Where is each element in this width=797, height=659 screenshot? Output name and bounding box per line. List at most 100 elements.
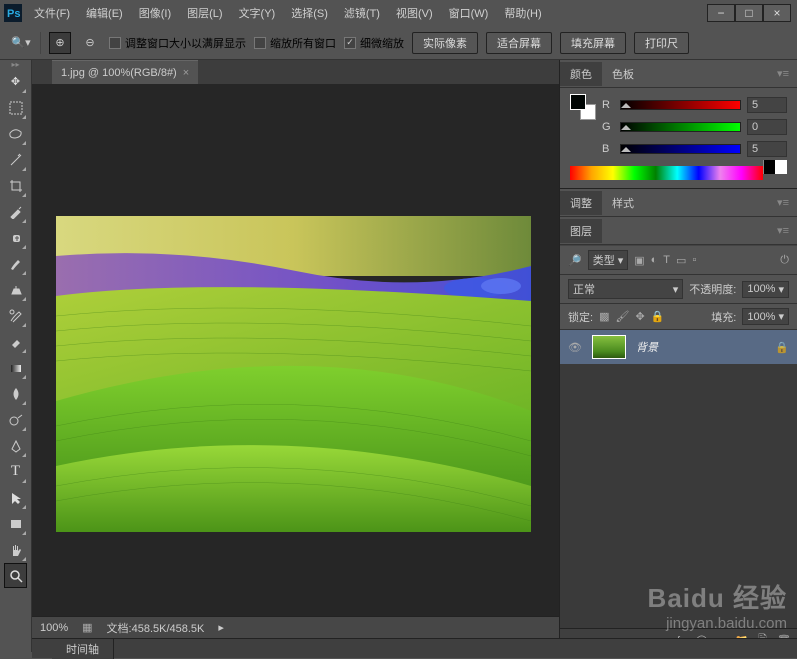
titlebar: Ps 文件(F) 编辑(E) 图像(I) 图层(L) 文字(Y) 选择(S) 滤… [0,0,797,26]
layer-item[interactable]: 👁 背景 🔒 [560,330,797,364]
lock-position-icon[interactable]: ✥ [635,310,644,323]
b-slider[interactable] [620,144,741,154]
lock-all-icon[interactable]: 🔒 [651,310,665,323]
path-select-tool[interactable] [4,485,27,510]
svg-text:Ps: Ps [7,8,20,20]
tool-preset-icon[interactable]: 🔍▾ [10,32,32,54]
tab-adjustments[interactable]: 调整 [560,191,602,215]
filter-adjust-icon[interactable]: ◐ [651,254,658,266]
crop-tool[interactable] [4,173,27,198]
spectrum-bar[interactable] [570,166,763,180]
filter-shape-icon[interactable]: ▭ [676,254,686,267]
panel-menu-icon[interactable]: ▾≡ [769,67,797,80]
zoom-tool[interactable] [4,563,27,588]
hand-tool[interactable] [4,537,27,562]
blend-mode-select[interactable]: 正常 ▾ [568,279,683,299]
opacity-label: 不透明度: [689,281,736,297]
spot-heal-tool[interactable] [4,225,27,250]
menu-help[interactable]: 帮助(H) [496,5,549,21]
visibility-icon[interactable]: 👁 [568,341,582,354]
color-swatch[interactable] [570,94,596,120]
panel-menu-icon[interactable]: ▾≡ [769,196,797,209]
tab-swatches[interactable]: 色板 [602,62,644,86]
filter-smart-icon[interactable]: ▫ [692,254,696,266]
fill-label: 填充: [711,309,736,325]
doc-info[interactable]: 文档:458.5K/458.5K [107,620,205,636]
document-tab[interactable]: 1.jpg @ 100%(RGB/8#) × [52,60,198,84]
layer-list: 👁 背景 🔒 [560,330,797,628]
menu-layer[interactable]: 图层(L) [179,5,230,21]
zoom-level[interactable]: 100% [40,622,68,634]
lasso-tool[interactable] [4,121,27,146]
timeline-tab[interactable]: 时间轴 [52,639,114,659]
print-size-button[interactable]: 打印尺 [634,32,689,54]
search-icon[interactable]: 🔎 [568,254,582,267]
r-input[interactable] [747,97,787,113]
pen-tool[interactable] [4,433,27,458]
filter-toggle-icon[interactable]: ⏻ [780,254,789,267]
app-logo: Ps [0,0,26,26]
lock-transparent-icon[interactable]: ▩ [599,310,609,323]
minimize-button[interactable]: − [707,4,735,22]
actual-pixels-button[interactable]: 实际像素 [412,32,478,54]
eraser-tool[interactable] [4,329,27,354]
g-label: G [602,121,614,133]
status-icon[interactable]: ▦ [82,621,92,634]
opacity-input[interactable]: 100% ▾ [742,281,789,298]
tab-close-icon[interactable]: × [183,67,189,79]
tab-color[interactable]: 颜色 [560,62,602,86]
zoom-out-icon[interactable]: ⊖ [79,32,101,54]
doc-info-arrow-icon[interactable]: ▸ [218,621,224,634]
canvas[interactable] [32,84,559,652]
g-input[interactable] [747,119,787,135]
adjust-panel-tabs: 调整 样式 ▾≡ [560,189,797,217]
toolbox-collapse-icon[interactable]: ▸▸ [0,60,31,68]
filter-type-icon[interactable]: T [663,254,670,266]
filter-pixel-icon[interactable]: ▣ [634,254,644,267]
document-tabbar: 1.jpg @ 100%(RGB/8#) × [32,60,559,84]
menubar: 文件(F) 编辑(E) 图像(I) 图层(L) 文字(Y) 选择(S) 滤镜(T… [26,0,550,26]
fill-screen-button[interactable]: 填充屏幕 [560,32,626,54]
dodge-tool[interactable] [4,407,27,432]
r-slider[interactable] [620,100,741,110]
lock-pixels-icon[interactable]: 🖌 [615,310,629,323]
g-slider[interactable] [620,122,741,132]
eyedropper-tool[interactable] [4,199,27,224]
lock-label: 锁定: [568,309,593,325]
type-tool[interactable]: T [4,459,27,484]
magic-wand-tool[interactable] [4,147,27,172]
layer-thumbnail[interactable] [592,335,626,359]
menu-window[interactable]: 窗口(W) [441,5,497,21]
menu-filter[interactable]: 滤镜(T) [336,5,388,21]
menu-image[interactable]: 图像(I) [131,5,179,21]
rectangle-tool[interactable] [4,511,27,536]
blur-tool[interactable] [4,381,27,406]
zoom-all-checkbox[interactable]: 缩放所有窗口 [254,35,336,51]
scrubby-zoom-checkbox[interactable]: 细微缩放 [344,35,404,51]
tab-layers[interactable]: 图层 [560,219,602,243]
zoom-in-icon[interactable]: ⊕ [49,32,71,54]
fit-screen-button[interactable]: 适合屏幕 [486,32,552,54]
gradient-tool[interactable] [4,355,27,380]
menu-type[interactable]: 文字(Y) [231,5,284,21]
lock-icon: 🔒 [775,341,789,354]
clone-stamp-tool[interactable] [4,277,27,302]
move-tool[interactable]: ✥ [4,69,27,94]
close-button[interactable]: × [763,4,791,22]
menu-file[interactable]: 文件(F) [26,5,78,21]
menu-edit[interactable]: 编辑(E) [78,5,131,21]
layer-name[interactable]: 背景 [636,339,765,355]
menu-select[interactable]: 选择(S) [283,5,336,21]
maximize-button[interactable]: □ [735,4,763,22]
tab-styles[interactable]: 样式 [602,191,644,215]
menu-view[interactable]: 视图(V) [388,5,441,21]
fill-input[interactable]: 100% ▾ [742,308,789,325]
marquee-tool[interactable] [4,95,27,120]
brush-tool[interactable] [4,251,27,276]
panel-menu-icon[interactable]: ▾≡ [769,224,797,237]
history-brush-tool[interactable] [4,303,27,328]
b-input[interactable] [747,141,787,157]
fit-on-screen-checkbox[interactable]: 调整窗口大小以满屏显示 [109,35,246,51]
layer-filter-select[interactable]: 类型 ▾ [588,250,629,270]
timeline-bar: 时间轴 [32,638,797,658]
